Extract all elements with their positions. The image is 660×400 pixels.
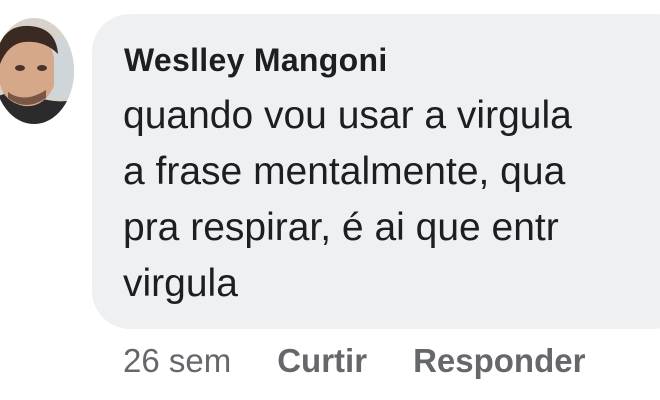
comment-text-line: pra respirar, é ai que entr xyxy=(123,206,559,249)
profile-photo-icon xyxy=(0,18,74,124)
comment-timestamp[interactable]: 26 sem xyxy=(123,342,231,380)
comment-text-line: a frase mentalmente, qua xyxy=(123,150,566,193)
comment-text-line: quando vou usar a virgula xyxy=(123,94,572,137)
comment-actions: 26 sem Curtir Responder xyxy=(123,337,631,385)
comment-author[interactable]: Weslley Mangoni xyxy=(124,42,388,79)
comment-text: quando vou usar a virgula a frase mental… xyxy=(123,88,660,312)
comment-text-line: virgula xyxy=(123,262,238,305)
avatar[interactable] xyxy=(0,18,74,124)
reply-button[interactable]: Responder xyxy=(413,342,585,380)
comment: Weslley Mangoni quando vou usar a virgul… xyxy=(0,0,660,400)
like-button[interactable]: Curtir xyxy=(277,342,367,380)
